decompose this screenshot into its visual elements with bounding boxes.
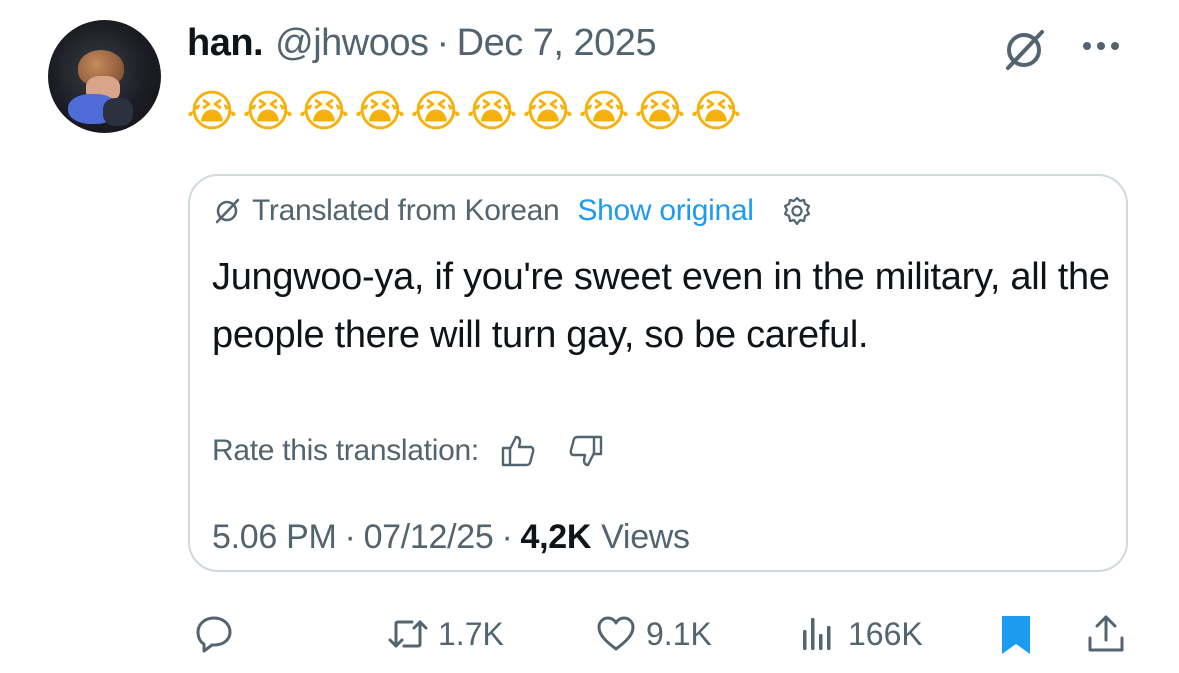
reply-icon (196, 616, 232, 653)
crying-emoji: 😭 (410, 86, 462, 137)
heart-icon (597, 616, 635, 651)
share-button[interactable] (1084, 612, 1128, 656)
translated-tweet-text: Jungwoo-ya, if you're sweet even in the … (212, 256, 1110, 356)
bookmark-icon (1002, 616, 1030, 654)
crying-emoji: 😭 (186, 86, 238, 137)
user-handle[interactable]: @jhwoos (275, 22, 429, 65)
more-options-icon[interactable] (1083, 42, 1119, 50)
tweet-header: han. @jhwoos · Dec 7, 2025 (187, 22, 657, 72)
like-button[interactable]: 9.1K (594, 612, 712, 656)
thumbs-up-icon[interactable] (499, 432, 537, 470)
tweet-date[interactable]: Dec 7, 2025 (457, 22, 657, 65)
display-name[interactable]: han. (187, 22, 264, 65)
views-button[interactable]: 166K (796, 612, 923, 656)
avatar[interactable] (48, 20, 161, 133)
views-label: Views (601, 518, 690, 556)
tweet-meta: 5.06 PM · 07/12/25 · 4,2K Views (212, 518, 690, 557)
show-original-link[interactable]: Show original (577, 194, 754, 228)
bookmark-button[interactable] (994, 612, 1038, 656)
crying-emoji: 😭 (522, 86, 574, 137)
retweet-count: 1.7K (438, 615, 504, 652)
like-count: 9.1K (646, 615, 712, 652)
share-icon (1088, 615, 1124, 652)
retweet-button[interactable]: 1.7K (386, 612, 504, 656)
views-count: 4,2K (520, 518, 592, 556)
reply-button[interactable] (192, 612, 236, 656)
meta-separator: · (344, 518, 356, 556)
translation-header: Translated from Korean Show original (212, 194, 814, 228)
tweet-full-date[interactable]: 07/12/25 (364, 518, 494, 557)
crying-emoji: 😭 (298, 86, 350, 137)
crying-emoji: 😭 (634, 86, 686, 137)
translation-card: Translated from Korean Show original Jun… (188, 174, 1128, 572)
retweet-icon (388, 620, 428, 648)
views-chart-icon (803, 618, 831, 650)
grok-icon[interactable] (1000, 26, 1048, 74)
tweet-emoji-text: 😭 😭 😭 😭 😭 😭 😭 😭 😭 😭 (186, 90, 742, 134)
thumbs-down-icon[interactable] (567, 432, 605, 470)
crying-emoji: 😭 (690, 86, 742, 137)
gear-icon[interactable] (780, 194, 814, 228)
crying-emoji: 😭 (466, 86, 518, 137)
crying-emoji: 😭 (578, 86, 630, 137)
rate-translation-row: Rate this translation: (212, 432, 605, 470)
avatar-sleeve (103, 98, 133, 126)
translated-from-label: Translated from Korean (252, 194, 560, 227)
header-separator: · (436, 22, 450, 64)
grok-icon (215, 198, 240, 224)
rate-translation-label: Rate this translation: (212, 434, 479, 467)
tweet-time[interactable]: 5.06 PM (212, 518, 337, 557)
meta-separator: · (501, 518, 513, 556)
crying-emoji: 😭 (242, 86, 294, 137)
crying-emoji: 😭 (354, 86, 406, 137)
views-action-count: 166K (848, 615, 923, 652)
tweet-actions: 1.7K 9.1K 166K (186, 612, 1130, 662)
